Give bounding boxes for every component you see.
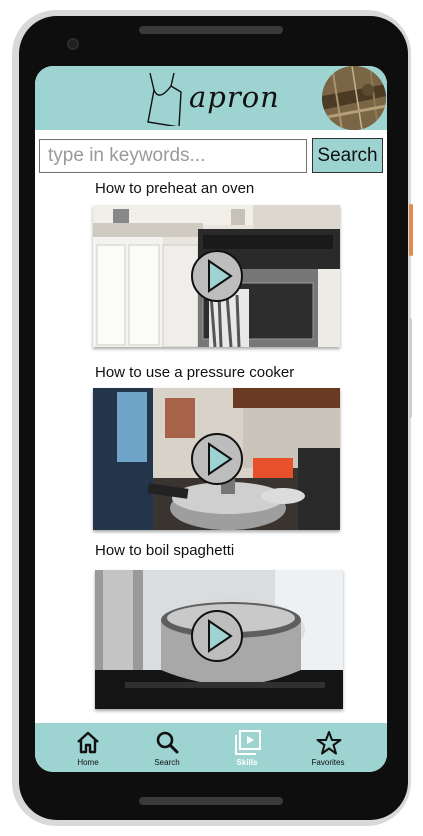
nav-item-search[interactable]: Search [123, 723, 211, 772]
search-icon [156, 731, 179, 754]
nav-label-skills: Skills [236, 758, 258, 767]
nav-label-favorites: Favorites [311, 758, 345, 767]
search-button[interactable]: Search [312, 138, 383, 173]
video-title[interactable]: How to preheat an oven [95, 180, 254, 197]
bottom-nav: Home Search Skills Favorites [35, 723, 387, 772]
star-icon [316, 731, 342, 755]
search-input[interactable] [39, 139, 307, 173]
volume-button [409, 318, 412, 418]
app-screen: apron Search How to preheat an oven [35, 66, 387, 772]
power-button [409, 204, 413, 256]
video-thumbnail-spaghetti[interactable] [95, 570, 343, 709]
apron-logo-icon [147, 70, 183, 131]
nav-item-favorites[interactable]: Favorites [284, 723, 372, 772]
video-title[interactable]: How to use a pressure cooker [95, 364, 294, 381]
nav-label-search: Search [154, 758, 180, 767]
play-button[interactable] [191, 250, 243, 302]
app-header: apron [35, 66, 387, 130]
play-button[interactable] [191, 610, 243, 662]
app-logo-text: apron [189, 80, 280, 114]
home-icon [77, 731, 99, 754]
nav-label-home: Home [77, 758, 99, 767]
nav-item-home[interactable]: Home [44, 723, 132, 772]
user-avatar[interactable] [322, 66, 386, 130]
video-title[interactable]: How to boil spaghetti [95, 542, 234, 559]
video-thumbnail-oven[interactable] [93, 205, 340, 347]
earpiece-speaker [139, 26, 283, 34]
bottom-speaker [139, 797, 283, 805]
play-button[interactable] [191, 433, 243, 485]
skills-icon [235, 730, 261, 755]
video-thumbnail-pressure-cooker[interactable] [93, 388, 340, 530]
nav-item-skills[interactable]: Skills [203, 723, 291, 772]
front-camera [67, 38, 79, 50]
